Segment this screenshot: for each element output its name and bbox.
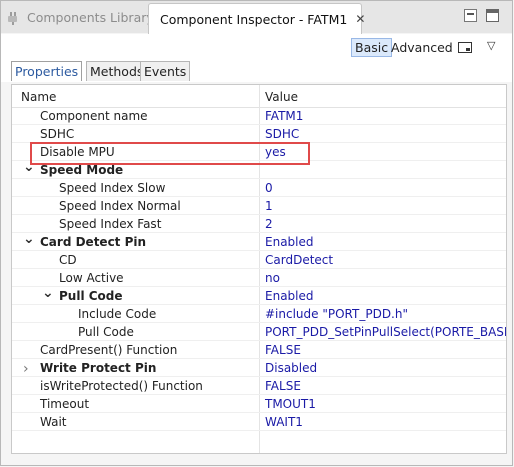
row-value[interactable]: PORT_PDD_SetPinPullSelect(PORTE_BASE_PTR: [265, 325, 506, 339]
row-value[interactable]: WAIT1: [265, 415, 303, 429]
row-value[interactable]: no: [265, 271, 280, 285]
row-name: Speed Index Normal: [59, 199, 181, 213]
row-name: Write Protect Pin: [40, 361, 157, 375]
tab-components-library-label: Components Library: [27, 10, 154, 25]
tab-events[interactable]: Events: [140, 61, 191, 81]
properties-table: Name Value Component name FATM1 SDHC SDHC Di…: [11, 84, 507, 454]
tab-methods[interactable]: Methods: [86, 61, 148, 81]
row-name: Speed Mode: [40, 163, 124, 177]
row-name: Speed Index Slow: [59, 181, 166, 195]
row-value[interactable]: Enabled: [265, 235, 314, 249]
table-row[interactable]: ⌄ Pull Code Enabled: [12, 285, 506, 305]
row-value[interactable]: 0: [265, 181, 273, 195]
row-value[interactable]: Enabled: [265, 289, 314, 303]
component-inspector-window: Components Library Component Inspector -…: [0, 0, 513, 466]
minimize-view-button[interactable]: [464, 9, 477, 22]
table-row[interactable]: isWriteProtected() Function FALSE: [12, 377, 506, 395]
view-tab-strip: Components Library Component Inspector -…: [1, 1, 512, 34]
row-value[interactable]: FALSE: [265, 343, 301, 357]
row-name: Timeout: [40, 397, 90, 411]
inspector-toolbar: Basic Advanced ▽: [1, 34, 512, 60]
row-name: CD: [59, 253, 77, 267]
expanded-chevron-icon[interactable]: ⌄: [42, 285, 54, 301]
row-name: Pull Code: [78, 325, 134, 339]
column-header-value[interactable]: Value: [265, 90, 298, 104]
row-name: Low Active: [59, 271, 124, 285]
table-row[interactable]: Speed Index Normal 1: [12, 197, 506, 215]
tab-component-inspector-label: Component Inspector - FATM1: [160, 11, 348, 27]
row-name: Include Code: [78, 307, 157, 321]
row-value[interactable]: 1: [265, 199, 273, 213]
view-menu-icon[interactable]: ▽: [487, 39, 495, 52]
row-name: Card Detect Pin: [40, 235, 147, 249]
row-value[interactable]: TMOUT1: [265, 397, 316, 411]
table-row[interactable]: Component name FATM1: [12, 107, 506, 125]
row-name: Pull Code: [59, 289, 123, 303]
table-row[interactable]: Pull Code PORT_PDD_SetPinPullSelect(PORTE…: [12, 323, 506, 341]
plug-icon: [8, 11, 17, 25]
row-value[interactable]: 2: [265, 217, 273, 231]
basic-mode-button[interactable]: Basic: [351, 38, 393, 57]
view-toggle-icon[interactable]: [458, 42, 472, 53]
inspector-subtabs: Properties Methods Events: [1, 60, 512, 82]
table-row[interactable]: ⌄ Card Detect Pin Enabled: [12, 231, 506, 251]
row-value[interactable]: CardDetect: [265, 253, 333, 267]
maximize-view-button[interactable]: [486, 9, 499, 22]
row-name: SDHC: [40, 127, 75, 141]
table-row[interactable]: Speed Index Slow 0: [12, 179, 506, 197]
table-row[interactable]: Speed Index Fast 2: [12, 215, 506, 233]
row-name: Wait: [40, 415, 67, 429]
row-value[interactable]: Disabled: [265, 361, 317, 375]
close-icon[interactable]: ✕: [355, 12, 365, 26]
row-name: Speed Index Fast: [59, 217, 162, 231]
advanced-mode-button[interactable]: Advanced: [388, 38, 456, 57]
table-row[interactable]: Low Active no: [12, 269, 506, 287]
tab-component-inspector[interactable]: Component Inspector - FATM1 ✕: [148, 3, 365, 34]
collapsed-chevron-icon[interactable]: ›: [23, 361, 29, 377]
tab-components-library[interactable]: Components Library: [5, 4, 154, 31]
row-value[interactable]: SDHC: [265, 127, 299, 141]
highlight-box: [30, 142, 310, 165]
table-row[interactable]: CardPresent() Function FALSE: [12, 341, 506, 359]
table-row[interactable]: CD CardDetect: [12, 251, 506, 269]
table-row[interactable]: › Write Protect Pin Disabled: [12, 359, 506, 377]
row-name: CardPresent() Function: [40, 343, 178, 357]
row-name: isWriteProtected() Function: [40, 379, 203, 393]
expanded-chevron-icon[interactable]: ⌄: [23, 231, 35, 247]
table-row[interactable]: Timeout TMOUT1: [12, 395, 506, 413]
column-header-name[interactable]: Name: [21, 90, 56, 104]
row-name: Component name: [40, 109, 148, 123]
table-row[interactable]: Include Code #include "PORT_PDD.h": [12, 305, 506, 323]
table-row[interactable]: SDHC SDHC: [12, 125, 506, 143]
tab-properties[interactable]: Properties: [11, 61, 83, 81]
row-value[interactable]: #include "PORT_PDD.h": [265, 307, 408, 321]
row-value[interactable]: FALSE: [265, 379, 301, 393]
row-value[interactable]: FATM1: [265, 109, 303, 123]
table-row[interactable]: Wait WAIT1: [12, 413, 506, 431]
